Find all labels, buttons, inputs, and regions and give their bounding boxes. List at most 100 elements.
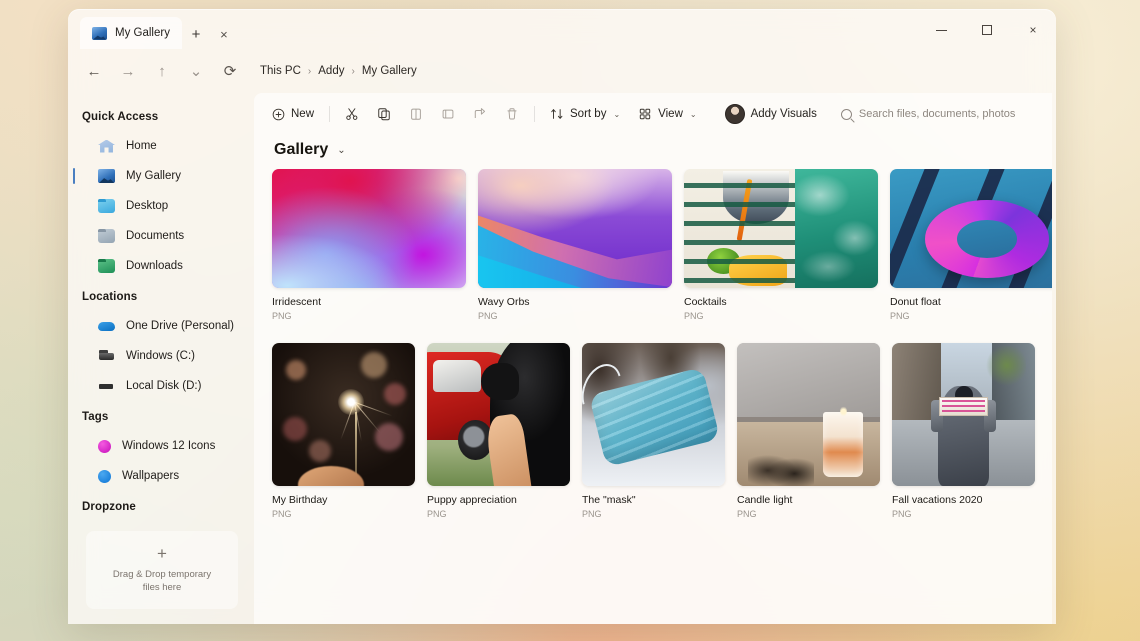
close-window-button[interactable]: × (1010, 15, 1056, 45)
thumbnail[interactable] (272, 169, 466, 288)
scissors-icon (346, 108, 358, 120)
plus-circle-icon (272, 108, 285, 120)
sidebar-item-one-drive[interactable]: One Drive (Personal) (68, 311, 254, 341)
thumbnail[interactable] (684, 169, 878, 288)
refresh-button[interactable]: ⟳ (214, 56, 246, 86)
up-button[interactable]: ↑ (146, 56, 178, 86)
title-bar: My Gallery + × × (68, 9, 1056, 49)
sidebar-item-windows-c[interactable]: Windows (C:) (68, 341, 254, 371)
sort-by-button[interactable]: Sort by ⌄ (542, 100, 628, 128)
content-pane: New Sort by ⌄ View ⌄ Addy Visuals Search… (254, 93, 1052, 624)
new-button-label: New (291, 108, 315, 120)
gallery-item[interactable]: Fall vacations 2020 PNG (892, 343, 1035, 519)
trash-icon (507, 108, 517, 120)
view-label: View (658, 108, 683, 120)
dropzone-area[interactable]: + Drag & Drop temporary files here (86, 531, 238, 609)
gallery-item[interactable]: Candle light PNG (737, 343, 880, 519)
thumbnail[interactable] (272, 343, 415, 486)
tag-dot-magenta-icon (98, 440, 111, 453)
sidebar-item-documents[interactable]: Documents (68, 221, 254, 251)
item-name: Puppy appreciation (427, 494, 517, 506)
item-name: My Birthday (272, 494, 328, 506)
delete-button[interactable] (497, 100, 527, 128)
file-explorer-window: My Gallery + × × ← → ↑ ⌄ ⟳ This PC › Add… (68, 9, 1056, 624)
chevron-down-icon: ⌄ (613, 109, 621, 119)
folder-downloads-icon (98, 259, 115, 273)
tab-my-gallery[interactable]: My Gallery (80, 17, 182, 49)
thumbnail[interactable] (478, 169, 672, 288)
thumbnail[interactable] (892, 343, 1035, 486)
gallery-item[interactable]: My Birthday PNG (272, 343, 415, 519)
rename-button[interactable] (433, 100, 463, 128)
history-dropdown-button[interactable]: ⌄ (180, 56, 212, 86)
breadcrumb-item-my-gallery[interactable]: My Gallery (362, 65, 417, 77)
item-name: The "mask" (582, 494, 636, 506)
minimize-button[interactable] (918, 15, 964, 45)
navigation-bar: ← → ↑ ⌄ ⟳ This PC › Addy › My Gallery (68, 49, 1056, 93)
cut-button[interactable] (337, 100, 367, 128)
close-tab-button[interactable]: × (210, 19, 238, 49)
breadcrumb: This PC › Addy › My Gallery (260, 65, 417, 77)
view-grid-icon (639, 108, 651, 120)
thumbnail-art-donut-float (890, 169, 1052, 288)
gallery-item[interactable]: Cocktails PNG (684, 169, 878, 321)
item-name: Irridescent (272, 296, 322, 308)
page-title: Gallery (274, 141, 329, 158)
home-icon (98, 139, 115, 154)
paste-button[interactable] (401, 100, 431, 128)
gallery-header: Gallery ⌄ (254, 135, 1052, 169)
thumbnail[interactable] (890, 169, 1052, 288)
new-button[interactable]: New (264, 100, 322, 128)
gallery-item[interactable]: Wavy Orbs PNG (478, 169, 672, 321)
gallery-row-square: My Birthday PNG Puppy appreciation PNG T… (272, 343, 1035, 519)
sidebar-item-label: Local Disk (D:) (126, 380, 202, 392)
view-button[interactable]: View ⌄ (630, 100, 704, 128)
thumbnail[interactable] (582, 343, 725, 486)
sidebar-item-wallpapers[interactable]: Wallpapers (68, 461, 254, 491)
copy-button[interactable] (369, 100, 399, 128)
breadcrumb-item-addy[interactable]: Addy (318, 65, 344, 77)
thumbnail[interactable] (427, 343, 570, 486)
back-button[interactable]: ← (78, 56, 110, 86)
thumbnail-art-the-mask (582, 343, 725, 486)
forward-button[interactable]: → (112, 56, 144, 86)
chevron-down-icon[interactable]: ⌄ (337, 145, 345, 156)
rename-icon (442, 109, 454, 119)
thumbnail-art-cocktails (684, 169, 878, 288)
paste-icon (411, 108, 421, 120)
sidebar-section-dropzone: Dropzone (82, 501, 136, 513)
sidebar-item-desktop[interactable]: Desktop (68, 191, 254, 221)
thumbnail-art-my-birthday (272, 343, 415, 486)
breadcrumb-item-this-pc[interactable]: This PC (260, 65, 301, 77)
sidebar-item-home[interactable]: Home (68, 131, 254, 161)
sort-icon (551, 109, 563, 119)
copy-icon (378, 108, 390, 121)
folder-documents-icon (98, 229, 115, 243)
gallery-item[interactable]: Irridescent PNG (272, 169, 466, 321)
tab-label: My Gallery (115, 27, 170, 39)
sidebar-item-label: One Drive (Personal) (126, 320, 235, 332)
dropzone-hint: Drag & Drop temporary files here (113, 569, 211, 595)
window-controls: × (918, 15, 1056, 45)
account-button[interactable]: Addy Visuals (717, 100, 825, 128)
new-tab-button[interactable]: + (182, 19, 210, 49)
search-input[interactable]: Search files, documents, photos (840, 108, 1015, 120)
maximize-button[interactable] (964, 15, 1010, 45)
share-button[interactable] (465, 100, 495, 128)
item-type: PNG (272, 311, 292, 321)
thumbnail[interactable] (737, 343, 880, 486)
gallery-item[interactable]: Donut float PNG (890, 169, 1052, 321)
sidebar-item-downloads[interactable]: Downloads (68, 251, 254, 281)
toolbar-divider (329, 106, 331, 122)
sidebar-item-windows-12-icons[interactable]: Windows 12 Icons (68, 431, 254, 461)
search-icon (840, 108, 852, 120)
gallery-item[interactable]: Puppy appreciation PNG (427, 343, 570, 519)
sort-by-label: Sort by (570, 108, 607, 120)
sidebar-item-local-disk-d[interactable]: Local Disk (D:) (68, 371, 254, 401)
sidebar-item-my-gallery[interactable]: My Gallery (68, 161, 254, 191)
item-type: PNG (892, 509, 912, 519)
thumbnail-art-fall-vacations-2020 (892, 343, 1035, 486)
dropzone-hint-line2: files here (142, 582, 182, 593)
item-name: Donut float (890, 296, 941, 308)
gallery-item[interactable]: The "mask" PNG (582, 343, 725, 519)
